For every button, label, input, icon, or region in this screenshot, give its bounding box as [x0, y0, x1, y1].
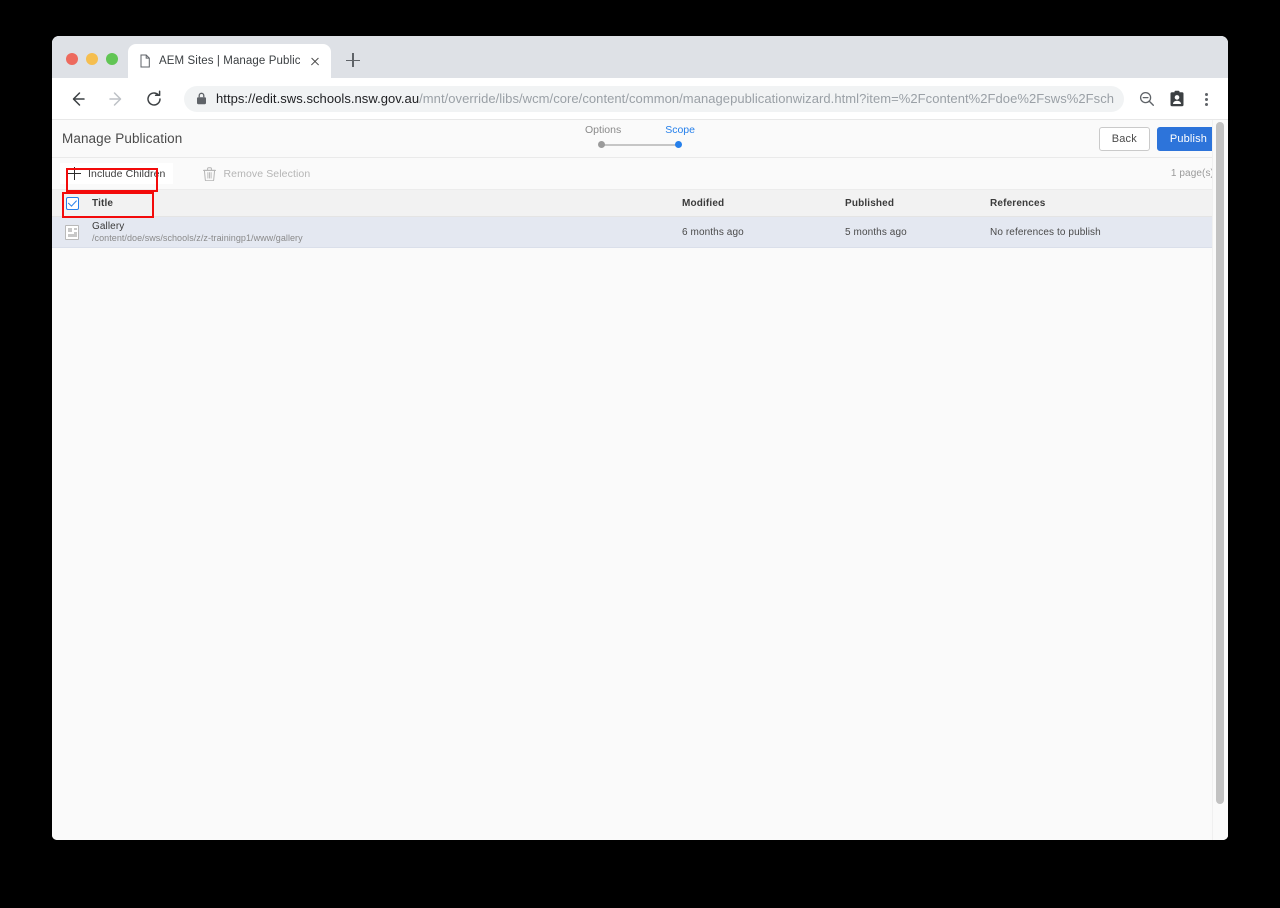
- minimize-window-button[interactable]: [86, 53, 98, 65]
- remove-selection-button[interactable]: Remove Selection: [195, 163, 318, 185]
- wizard-step-line: [604, 144, 676, 146]
- row-title: Gallery: [92, 220, 125, 232]
- back-button[interactable]: Back: [1098, 126, 1150, 151]
- address-bar[interactable]: https://edit.sws.schools.nsw.gov.au/mnt/…: [184, 85, 1124, 112]
- profile-card-icon[interactable]: [1164, 86, 1190, 112]
- page-scrollbar-thumb[interactable]: [1216, 122, 1224, 804]
- address-bar-host: https://edit.sws.schools.nsw.gov.au: [216, 91, 420, 106]
- column-header-modified[interactable]: Modified: [682, 198, 845, 209]
- include-children-button[interactable]: Include Children: [60, 163, 174, 184]
- browser-tab-title: AEM Sites | Manage Publication: [159, 55, 300, 67]
- wizard-step-dot-options: [598, 141, 605, 148]
- zoom-out-icon[interactable]: [1134, 86, 1160, 112]
- wizard-step-indicator: Options Scope: [52, 124, 1228, 149]
- row-published: 5 months ago: [845, 226, 907, 238]
- select-all-checkbox-cell: [52, 196, 92, 210]
- remove-selection-label: Remove Selection: [223, 167, 311, 180]
- app-header: Manage Publication Options Scope Back Pu…: [52, 120, 1228, 158]
- column-header-references[interactable]: References: [990, 198, 1228, 209]
- wizard-step-scope[interactable]: Scope: [665, 124, 695, 136]
- row-title-cell: Gallery /content/doe/sws/schools/z/z-tra…: [92, 221, 682, 244]
- screen: AEM Sites | Manage Publication: [0, 0, 1280, 908]
- select-all-checkbox[interactable]: [65, 196, 79, 210]
- include-children-label: Include Children: [88, 167, 166, 180]
- close-window-button[interactable]: [66, 53, 78, 65]
- browser-tab-strip: AEM Sites | Manage Publication: [52, 36, 1228, 78]
- new-tab-button[interactable]: [339, 46, 367, 74]
- back-arrow-icon[interactable]: [64, 85, 92, 113]
- publish-button[interactable]: Publish: [1156, 126, 1220, 151]
- reload-icon[interactable]: [140, 85, 168, 113]
- header-actions: Back Publish: [1098, 126, 1220, 151]
- address-bar-url: https://edit.sws.schools.nsw.gov.au/mnt/…: [216, 91, 1114, 106]
- address-bar-path: /mnt/override/libs/wcm/core/content/comm…: [419, 91, 1114, 106]
- forward-arrow-icon[interactable]: [102, 85, 130, 113]
- action-toolbar: Include Children Remove Selection 1 page…: [52, 158, 1228, 192]
- column-header-title[interactable]: Title: [92, 198, 682, 209]
- page-icon: [138, 54, 152, 68]
- browser-tab[interactable]: AEM Sites | Manage Publication: [128, 44, 331, 78]
- trash-icon: [203, 166, 217, 181]
- row-modified: 6 months ago: [682, 226, 744, 238]
- maximize-window-button[interactable]: [106, 53, 118, 65]
- plus-icon: [68, 167, 81, 180]
- page-thumbnail-icon: [65, 224, 79, 240]
- wizard-step-track: [598, 141, 682, 149]
- browser-window: AEM Sites | Manage Publication: [52, 36, 1228, 840]
- wizard-step-options[interactable]: Options: [585, 124, 621, 136]
- window-controls: [52, 53, 128, 78]
- page-viewport: Manage Publication Options Scope Back Pu…: [52, 120, 1228, 840]
- close-icon[interactable]: [307, 53, 323, 69]
- column-header-published[interactable]: Published: [845, 198, 990, 209]
- page-title: Manage Publication: [62, 131, 183, 146]
- table-row[interactable]: Gallery /content/doe/sws/schools/z/z-tra…: [52, 217, 1228, 248]
- three-dot-menu-icon[interactable]: [1196, 86, 1216, 112]
- row-references: No references to publish: [990, 226, 1101, 238]
- page-count-label: 1 page(s): [1170, 168, 1214, 179]
- wizard-step-dot-scope: [675, 141, 682, 148]
- row-path: /content/doe/sws/schools/z/z-trainingp1/…: [92, 232, 303, 243]
- page-thumbnail-cell: [52, 224, 92, 240]
- table-header-row: Title Modified Published References: [52, 190, 1228, 218]
- lock-icon: [196, 92, 207, 105]
- page-scrollbar[interactable]: [1212, 120, 1228, 840]
- browser-toolbar: https://edit.sws.schools.nsw.gov.au/mnt/…: [52, 78, 1228, 120]
